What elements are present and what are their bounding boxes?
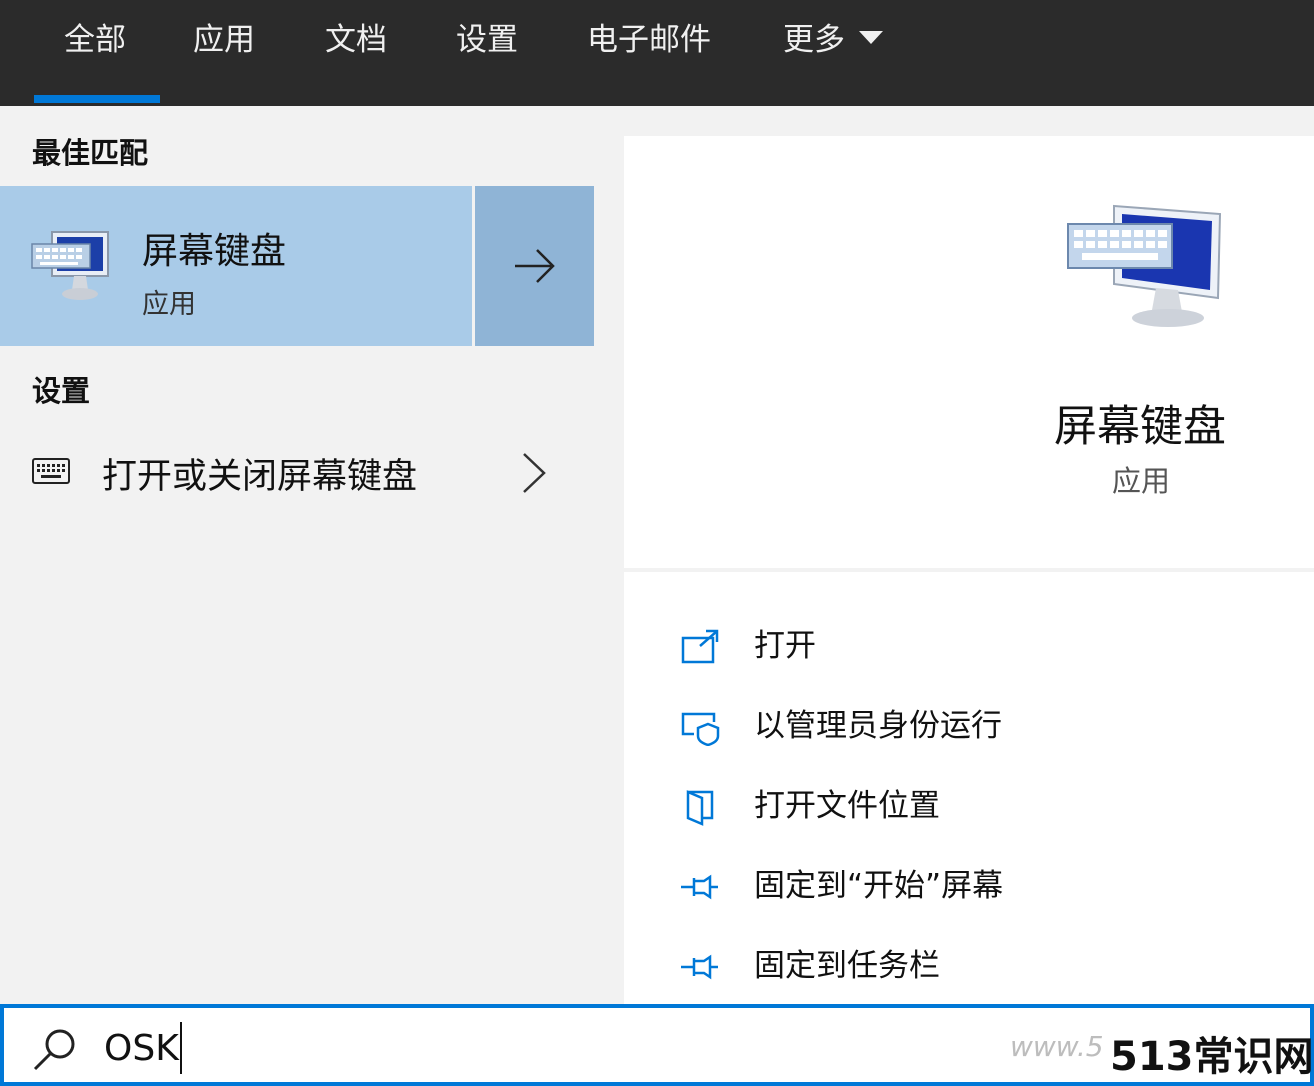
action-pin-to-start-label: 固定到“开始”屏幕 <box>754 868 1004 904</box>
tab-all[interactable]: 全部 <box>64 18 126 62</box>
text-caret <box>180 1022 182 1074</box>
open-icon <box>681 629 719 664</box>
tab-settings[interactable]: 设置 <box>456 18 518 62</box>
admin-shield-icon <box>681 712 720 746</box>
best-match-result[interactable]: 屏幕键盘 应用 <box>0 186 472 346</box>
watermark-text: 513常识网 <box>1110 1034 1314 1080</box>
file-location-icon <box>686 790 714 826</box>
best-match-subtitle: 应用 <box>142 289 196 320</box>
action-run-as-admin-label: 以管理员身份运行 <box>754 708 1002 744</box>
active-tab-indicator <box>34 95 160 103</box>
details-pane: 屏幕键盘 应用 打开 以管理员身份运行 打开文件位置 固定到“开始”屏幕 固定到… <box>596 106 1314 1004</box>
best-match-heading: 最佳匹配 <box>32 136 149 170</box>
arrow-right-icon <box>515 249 555 283</box>
watermark-url-faint: www.5 <box>1010 1030 1104 1063</box>
action-pin-to-taskbar[interactable]: 固定到任务栏 <box>680 942 1280 992</box>
results-list: 最佳匹配 屏幕键盘 应用 设置 打开或关闭屏幕键盘 <box>0 106 596 1004</box>
action-pin-to-taskbar-label: 固定到任务栏 <box>754 948 940 984</box>
search-icon <box>33 1029 75 1071</box>
search-filter-bar: 全部 应用 文档 设置 电子邮件 更多 <box>0 0 1314 106</box>
search-input[interactable] <box>104 1024 1004 1072</box>
tab-more[interactable]: 更多 <box>783 18 883 62</box>
tab-email[interactable]: 电子邮件 <box>587 18 711 62</box>
tab-documents[interactable]: 文档 <box>325 18 387 62</box>
pin-icon <box>681 874 718 900</box>
app-type: 应用 <box>1112 464 1171 498</box>
app-preview-card: 屏幕键盘 应用 <box>624 136 1314 568</box>
settings-result-toggle-osk[interactable]: 打开或关闭屏幕键盘 <box>0 432 596 514</box>
app-actions-list: 打开 以管理员身份运行 打开文件位置 固定到“开始”屏幕 固定到任务栏 <box>624 572 1314 1004</box>
action-pin-to-start[interactable]: 固定到“开始”屏幕 <box>680 862 1280 912</box>
keyboard-icon <box>32 458 70 484</box>
settings-result-label: 打开或关闭屏幕键盘 <box>102 457 418 497</box>
action-open-file-location-label: 打开文件位置 <box>754 788 940 824</box>
action-run-as-admin[interactable]: 以管理员身份运行 <box>680 702 1280 752</box>
tab-more-label: 更多 <box>783 22 845 58</box>
action-open-file-location[interactable]: 打开文件位置 <box>680 782 1280 832</box>
tab-apps[interactable]: 应用 <box>193 18 255 62</box>
action-open-label: 打开 <box>754 628 816 664</box>
on-screen-keyboard-app-icon <box>31 231 109 300</box>
on-screen-keyboard-large-icon <box>1067 204 1222 327</box>
caret-down-icon <box>859 31 883 44</box>
action-open[interactable]: 打开 <box>680 622 1280 672</box>
expand-details-button[interactable] <box>475 186 594 346</box>
chevron-right-icon <box>523 453 546 493</box>
pin-icon <box>681 954 718 980</box>
settings-heading: 设置 <box>32 374 91 408</box>
best-match-title: 屏幕键盘 <box>142 231 287 272</box>
app-title: 屏幕键盘 <box>1054 402 1226 452</box>
